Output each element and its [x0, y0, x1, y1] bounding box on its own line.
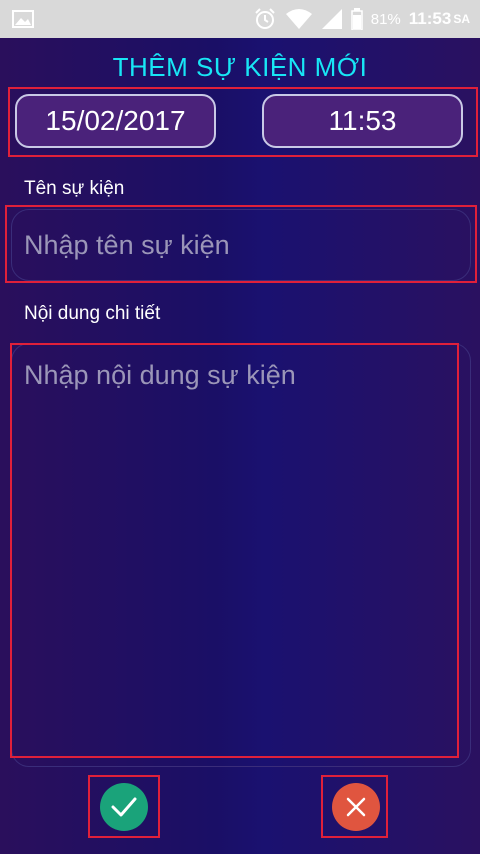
- cancel-button[interactable]: [332, 783, 380, 831]
- check-icon: [111, 797, 137, 817]
- event-detail-input[interactable]: Nhập nội dung sự kiện: [24, 360, 296, 391]
- battery-percent: 81%: [370, 10, 401, 28]
- event-detail-highlight: [10, 343, 459, 758]
- time-picker-button[interactable]: 11:53: [262, 94, 463, 148]
- event-name-input[interactable]: Nhập tên sự kiện: [24, 230, 230, 261]
- event-detail-label: Nội dung chi tiết: [24, 303, 161, 324]
- signal-icon: [321, 9, 342, 29]
- status-time: 11:53: [408, 9, 452, 28]
- status-period: SA: [453, 12, 470, 26]
- image-icon: [12, 10, 34, 28]
- event-name-label: Tên sự kiện: [24, 178, 125, 199]
- wifi-icon: [285, 9, 312, 29]
- page-title: THÊM SỰ KIỆN MỚI: [112, 52, 368, 82]
- alarm-icon: [255, 8, 275, 29]
- date-picker-button[interactable]: 15/02/2017: [15, 94, 216, 148]
- confirm-button[interactable]: [100, 783, 148, 831]
- status-bar: 81% 11:53 SA: [0, 0, 480, 38]
- close-icon: [346, 797, 366, 817]
- battery-icon: [351, 8, 363, 30]
